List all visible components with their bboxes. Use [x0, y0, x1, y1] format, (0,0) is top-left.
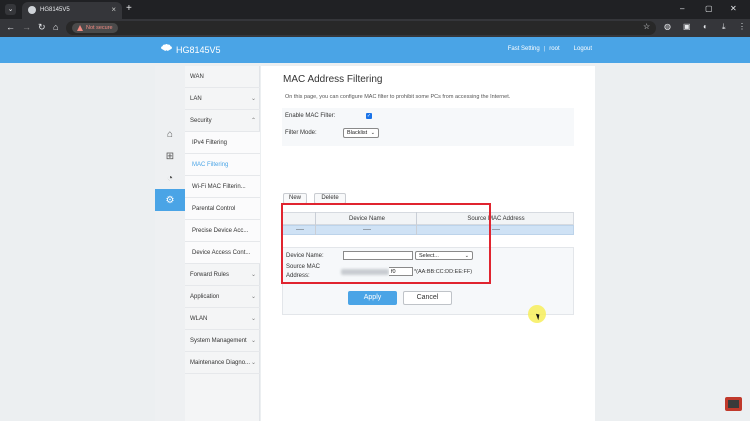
- chevron-down-icon: ⌄: [250, 338, 256, 344]
- menu-item-device-access-control[interactable]: Device Access Cont...: [185, 242, 260, 264]
- enable-filter-checkbox[interactable]: ✓: [366, 113, 372, 119]
- menu-item-precise-device-access[interactable]: Precise Device Acc...: [185, 220, 260, 242]
- menu-item-mac-filtering[interactable]: MAC Filtering: [185, 154, 260, 176]
- top-header: HG8145V5 Fast Setting | root Logout: [0, 37, 750, 63]
- user-name: root: [549, 46, 560, 52]
- window-close-icon[interactable]: ✕: [730, 4, 737, 13]
- menu-item-security[interactable]: Security ⌃: [185, 110, 260, 132]
- menu-item-wifi-mac-filtering[interactable]: Wi-Fi MAC Filterin...: [185, 176, 260, 198]
- page-description: On this page, you can configure MAC filt…: [285, 94, 511, 100]
- menu-item-ipv4-filtering[interactable]: IPv4 Filtering: [185, 132, 260, 154]
- chevron-down-icon: ⌄: [250, 272, 256, 278]
- menu-item-forward-rules[interactable]: Forward Rules ⌄: [185, 264, 260, 286]
- browser-toolbar: ← → ↻ ⌂ Not secure ☆ ◍ ▣ ◐ ⤓ ⋮: [0, 19, 750, 37]
- logo-text: HG8145V5: [176, 45, 221, 55]
- minimize-icon[interactable]: –: [680, 4, 684, 13]
- chevron-up-icon: ⌃: [250, 118, 256, 124]
- home-icon[interactable]: ⌂: [155, 123, 185, 145]
- browser-tab-strip: ⌄ HG8145V5 × + – ▢ ✕: [0, 0, 750, 19]
- menu-item-maintenance-diagnosis[interactable]: Maintenance Diagno... ⌄: [185, 352, 260, 374]
- filter-mode-label: Filter Mode:: [285, 130, 317, 136]
- menu-item-wan[interactable]: WAN: [185, 66, 260, 88]
- maximize-icon[interactable]: ▢: [705, 4, 713, 13]
- separator: |: [543, 46, 546, 52]
- gear-icon[interactable]: ⚙: [155, 189, 185, 211]
- chevron-down-icon: ⌄: [250, 96, 256, 102]
- logout-link[interactable]: Logout: [574, 46, 592, 52]
- security-badge[interactable]: Not secure: [72, 23, 118, 33]
- cancel-button[interactable]: Cancel: [403, 291, 452, 305]
- chevron-down-icon: ⌄: [250, 316, 256, 322]
- back-icon[interactable]: ←: [6, 22, 15, 32]
- menu-item-system-management[interactable]: System Management ⌄: [185, 330, 260, 352]
- brand-logo: HG8145V5: [160, 44, 221, 56]
- sidebar-menu: WAN LAN ⌄ Security ⌃ IPv4 Filtering MAC Fi…: [185, 66, 260, 421]
- huawei-logo-icon: [160, 44, 172, 56]
- address-bar[interactable]: Not secure: [66, 21, 656, 35]
- filter-mode-select[interactable]: Blacklist ⌄: [343, 128, 379, 138]
- sidepanel-icon[interactable]: ▣: [683, 22, 691, 31]
- extensions-icon[interactable]: ◍: [664, 22, 671, 31]
- home-icon[interactable]: ⌂: [53, 22, 58, 32]
- apply-button[interactable]: Apply: [348, 291, 397, 305]
- chevron-down-icon: ⌄: [250, 360, 256, 366]
- fast-setting-link[interactable]: Fast Setting: [508, 46, 540, 52]
- new-tab-icon[interactable]: +: [126, 3, 132, 14]
- close-icon[interactable]: ×: [111, 5, 116, 14]
- highlight-box: [281, 203, 491, 284]
- forward-icon[interactable]: →: [22, 22, 31, 32]
- profile-icon[interactable]: ◐: [703, 22, 708, 31]
- warning-icon: [77, 25, 83, 31]
- menu-item-parental-control[interactable]: Parental Control: [185, 198, 260, 220]
- channel-logo-icon: [725, 397, 742, 411]
- enable-filter-label: Enable MAC Filter:: [285, 113, 336, 119]
- tab-search-icon[interactable]: ⌄: [5, 4, 16, 15]
- page-title: MAC Address Filtering: [283, 74, 383, 85]
- menu-icon[interactable]: ⋮: [738, 22, 746, 31]
- icon-rail: ⌂ ⊞ ◔ ⚙: [155, 66, 185, 421]
- browser-tab[interactable]: HG8145V5 ×: [22, 2, 122, 19]
- filter-config-panel: Enable MAC Filter: ✓ Filter Mode: Blackl…: [282, 108, 574, 146]
- gauge-icon[interactable]: ◔: [155, 167, 185, 189]
- top-links: Fast Setting | root Logout: [508, 46, 592, 52]
- chevron-down-icon: ⌄: [370, 130, 375, 136]
- downloads-icon[interactable]: ⤓: [722, 22, 726, 32]
- star-icon[interactable]: ☆: [643, 22, 650, 31]
- chevron-down-icon: ⌄: [250, 294, 256, 300]
- reload-icon[interactable]: ↻: [38, 22, 46, 33]
- plus-box-icon[interactable]: ⊞: [155, 145, 185, 167]
- favicon-icon: [28, 6, 36, 14]
- menu-item-application[interactable]: Application ⌄: [185, 286, 260, 308]
- menu-item-lan[interactable]: LAN ⌄: [185, 88, 260, 110]
- tab-title: HG8145V5: [40, 7, 70, 13]
- menu-item-wlan[interactable]: WLAN ⌄: [185, 308, 260, 330]
